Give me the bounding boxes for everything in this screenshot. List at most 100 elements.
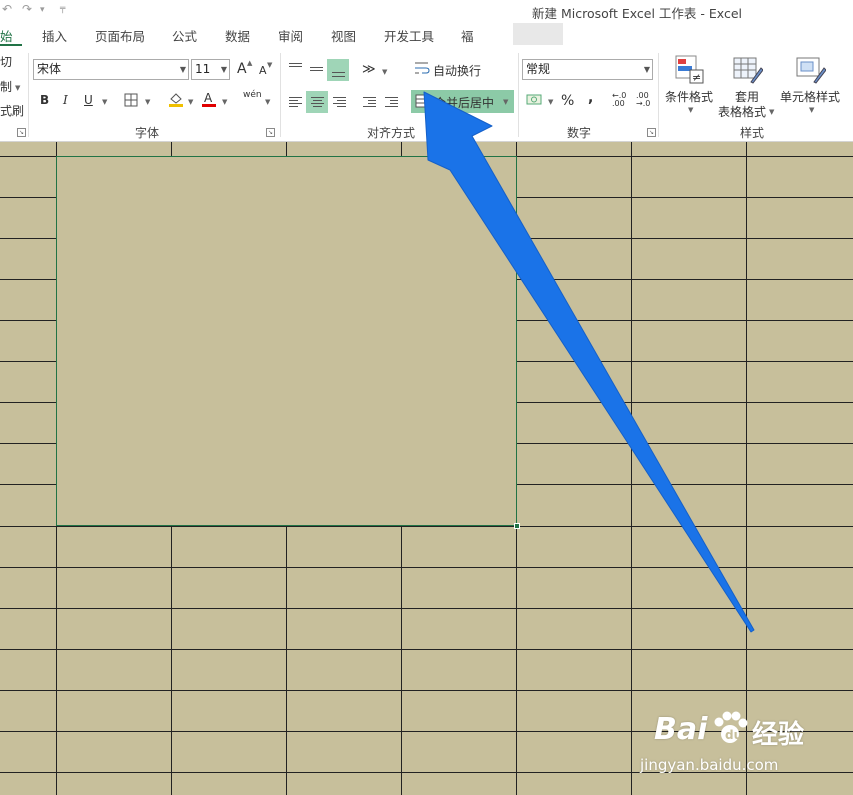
qat-customize-button[interactable]: ▾: [40, 5, 45, 15]
ribbon: 切 制 ▼ 式刷 ↘ 宋体 ▼ 11 ▼ A ▲ A ▼ B I U ▼ ▼ ▼…: [0, 47, 853, 142]
tab-developer[interactable]: 开发工具: [384, 26, 434, 45]
merge-center-icon: [415, 94, 430, 108]
phonetic-dropdown-caret[interactable]: ▼: [265, 98, 270, 106]
increase-indent-icon[interactable]: [385, 97, 398, 109]
conditional-format-button[interactable]: 条件格式: [665, 88, 713, 105]
number-format-value: 常规: [526, 62, 551, 76]
cell-styles-icon[interactable]: [796, 55, 826, 85]
cut-button[interactable]: 切: [0, 53, 12, 70]
tab-formulas[interactable]: 公式: [172, 26, 197, 45]
svg-text:≠: ≠: [692, 71, 701, 84]
borders-icon[interactable]: [124, 93, 138, 107]
cell-styles-dropdown-caret[interactable]: ▼: [809, 106, 814, 114]
currency-icon[interactable]: [526, 93, 543, 107]
grow-font-button[interactable]: A: [237, 61, 247, 77]
align-bottom-icon[interactable]: [332, 69, 345, 81]
tab-partial[interactable]: 褔: [461, 26, 474, 45]
svg-text:du: du: [725, 728, 742, 742]
row-gridline: [0, 690, 853, 691]
copy-dropdown-caret[interactable]: ▼: [15, 84, 20, 92]
align-middle-icon[interactable]: [310, 66, 323, 78]
grow-font-arrow-icon: ▲: [247, 59, 253, 67]
qat-more-icon[interactable]: ╤: [60, 4, 65, 14]
fill-color-dropdown-caret[interactable]: ▼: [188, 98, 193, 106]
row-gridline: [0, 526, 853, 527]
orientation-dropdown-caret[interactable]: ▼: [382, 68, 387, 76]
orientation-icon[interactable]: ≫: [362, 62, 376, 77]
font-size-value: 11: [195, 62, 211, 76]
watermark-brand: Bai: [654, 712, 708, 747]
row-gridline: [0, 608, 853, 609]
number-format-combo[interactable]: 常规 ▼: [522, 59, 653, 80]
italic-button[interactable]: I: [63, 93, 68, 107]
row-gridline: [0, 649, 853, 650]
window-title: 新建 Microsoft Excel 工作表 - Excel: [532, 6, 742, 21]
align-left-icon[interactable]: [289, 97, 302, 109]
bold-button[interactable]: B: [40, 93, 49, 107]
table-format-button[interactable]: 表格格式: [718, 103, 766, 120]
conditional-format-dropdown-caret[interactable]: ▼: [688, 106, 693, 114]
fill-handle[interactable]: [514, 523, 520, 529]
align-top-icon[interactable]: [289, 62, 302, 74]
column-gridline: [631, 142, 632, 795]
font-name-combo[interactable]: 宋体 ▼: [33, 59, 189, 80]
conditional-format-icon[interactable]: ≠: [675, 55, 705, 85]
table-format-icon[interactable]: [733, 55, 763, 85]
merge-center-dropdown-caret[interactable]: ▼: [503, 98, 508, 106]
font-color-icon[interactable]: A: [201, 91, 217, 108]
copy-button[interactable]: 制: [0, 78, 12, 95]
group-separator: [518, 53, 519, 137]
number-group-label: 数字: [567, 126, 592, 140]
font-launcher[interactable]: ↘: [266, 128, 275, 137]
shrink-font-arrow-icon: ▼: [267, 61, 273, 69]
wrap-text-button[interactable]: 自动换行: [433, 62, 481, 79]
tab-view[interactable]: 视图: [331, 26, 356, 45]
tab-insert[interactable]: 插入: [42, 26, 67, 45]
shrink-font-button[interactable]: A: [259, 64, 267, 77]
number-launcher[interactable]: ↘: [647, 128, 656, 137]
tab-page-layout[interactable]: 页面布局: [95, 26, 145, 45]
underline-button[interactable]: U: [84, 93, 93, 107]
column-gridline: [746, 142, 747, 795]
cell-styles-button[interactable]: 单元格样式: [780, 88, 840, 105]
fill-color-icon[interactable]: [168, 91, 184, 108]
clipboard-launcher[interactable]: ↘: [17, 128, 26, 137]
worksheet-grid[interactable]: [0, 142, 853, 795]
baidu-watermark: Bai du 经验 jingyan.baidu.com: [640, 706, 850, 786]
increase-decimal-button[interactable]: ←.0.00: [612, 92, 626, 108]
underline-dropdown-caret[interactable]: ▼: [102, 98, 107, 106]
comma-style-button[interactable]: ,: [588, 90, 593, 106]
chevron-down-icon: ▼: [643, 65, 650, 74]
table-format-dropdown-caret[interactable]: ▼: [769, 108, 774, 116]
font-color-dropdown-caret[interactable]: ▼: [222, 98, 227, 106]
watermark-url: jingyan.baidu.com: [640, 756, 779, 774]
merge-center-button[interactable]: 合并后居中: [434, 94, 494, 111]
row-gridline: [0, 567, 853, 568]
font-group-label: 字体: [135, 126, 160, 140]
currency-dropdown-caret[interactable]: ▼: [548, 98, 553, 106]
undo-button[interactable]: ↶: [2, 2, 12, 16]
borders-dropdown-caret[interactable]: ▼: [145, 98, 150, 106]
group-separator: [28, 53, 29, 137]
tab-home[interactable]: 始: [0, 26, 13, 45]
redo-button[interactable]: ↷: [22, 2, 32, 16]
align-right-icon[interactable]: [333, 97, 346, 109]
percent-button[interactable]: %: [561, 93, 574, 109]
paw-icon: du: [714, 711, 748, 743]
tab-data[interactable]: 数据: [225, 26, 250, 45]
chevron-down-icon: ▼: [220, 65, 227, 74]
tab-placeholder: [513, 23, 563, 45]
align-center-icon[interactable]: [311, 97, 324, 109]
tab-review[interactable]: 审阅: [278, 26, 303, 45]
decrease-indent-icon[interactable]: [363, 97, 376, 109]
format-painter-button[interactable]: 式刷: [0, 102, 24, 119]
decrease-decimal-button[interactable]: .00 →.0: [636, 92, 650, 108]
title-bar: ↶ ↷ ▾ ╤ 新建 Microsoft Excel 工作表 - Excel: [0, 0, 853, 22]
font-size-combo[interactable]: 11 ▼: [191, 59, 230, 80]
merged-cell-selection[interactable]: [56, 156, 520, 529]
styles-group-label: 样式: [740, 126, 765, 140]
phonetic-guide-button[interactable]: wén: [243, 90, 262, 100]
active-tab-indicator: [0, 44, 22, 46]
group-separator: [280, 53, 281, 137]
chevron-down-icon: ▼: [179, 65, 186, 74]
